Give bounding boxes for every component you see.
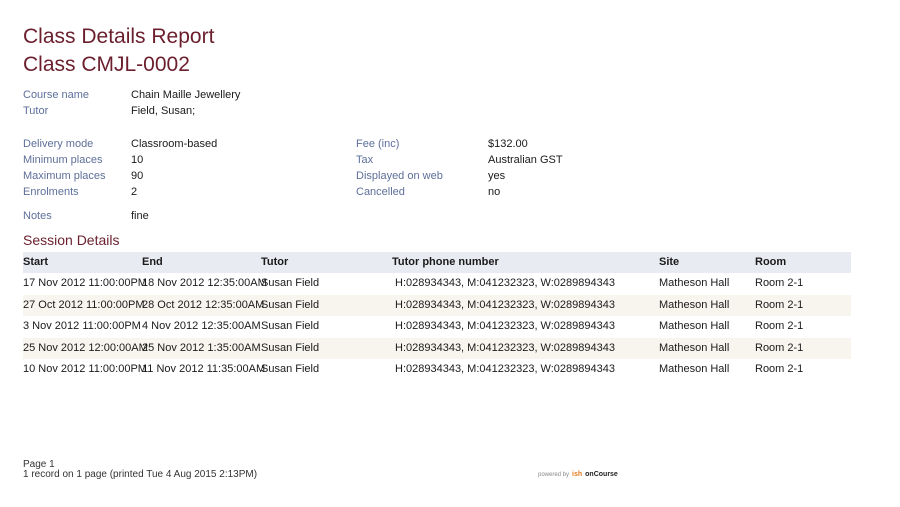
header-site: Site: [659, 256, 680, 268]
displayed-on-web-label: Displayed on web: [356, 170, 443, 182]
cell-site: Matheson Hall: [659, 341, 730, 354]
powered-by-logo: powered by ish onCourse: [538, 471, 618, 479]
tax-value: Australian GST: [488, 154, 563, 166]
cell-room: Room 2-1: [755, 298, 804, 311]
delivery-mode-label: Delivery mode: [23, 138, 94, 150]
cell-end: 18 Nov 2012 12:35:00AM: [142, 277, 267, 289]
header-end: End: [142, 256, 163, 268]
cell-room: Room 2-1: [755, 320, 804, 332]
cell-phone: H:028934343, M:041232323, W:0289894343: [395, 363, 615, 375]
cell-start: 27 Oct 2012 11:00:00PM: [23, 298, 145, 311]
cell-phone: H:028934343, M:041232323, W:0289894343: [395, 298, 615, 311]
cell-site: Matheson Hall: [659, 298, 730, 311]
notes-label: Notes: [23, 210, 52, 222]
delivery-mode-value: Classroom-based: [131, 138, 218, 150]
cell-start: 10 Nov 2012 11:00:00PM: [23, 363, 147, 375]
max-places-label: Maximum places: [23, 170, 106, 182]
oncourse-logo-text: onCourse: [585, 471, 618, 478]
cell-phone: H:028934343, M:041232323, W:0289894343: [395, 341, 615, 354]
cancelled-value: no: [488, 186, 501, 198]
fee-value: $132.00: [488, 138, 528, 150]
notes-value: fine: [131, 210, 149, 222]
cell-phone: H:028934343, M:041232323, W:0289894343: [395, 320, 615, 332]
cell-start: 3 Nov 2012 11:00:00PM: [23, 320, 141, 332]
cell-tutor: Susan Field: [261, 277, 320, 289]
header-tutor: Tutor: [261, 256, 289, 268]
min-places-label: Minimum places: [23, 154, 103, 166]
record-summary: 1 record on 1 page (printed Tue 4 Aug 20…: [23, 469, 258, 480]
cell-site: Matheson Hall: [659, 320, 730, 332]
cell-end: 25 Nov 2012 1:35:00AM: [142, 341, 261, 354]
displayed-on-web-value: yes: [488, 170, 506, 182]
enrolments-label: Enrolments: [23, 186, 79, 198]
course-name-label: Course name: [23, 89, 90, 101]
table-row: 17 Nov 2012 11:00:00PM 18 Nov 2012 12:35…: [23, 273, 851, 295]
max-places-value: 90: [131, 170, 144, 182]
cell-tutor: Susan Field: [261, 298, 320, 311]
cell-room: Room 2-1: [755, 277, 804, 289]
course-name-value: Chain Maille Jewellery: [131, 89, 241, 101]
cell-phone: H:028934343, M:041232323, W:0289894343: [395, 277, 615, 289]
table-row: 27 Oct 2012 11:00:00PM 28 Oct 2012 12:35…: [23, 294, 851, 316]
cell-tutor: Susan Field: [261, 320, 320, 332]
header-room: Room: [755, 256, 787, 268]
session-details-title: Session Details: [23, 232, 120, 248]
min-places-value: 10: [131, 154, 144, 166]
cell-room: Room 2-1: [755, 363, 804, 375]
ish-logo-icon: ish: [572, 471, 583, 478]
tutor-label: Tutor: [23, 105, 49, 117]
cell-end: 11 Nov 2012 11:35:00AM: [142, 363, 266, 375]
table-row: 25 Nov 2012 12:00:00AM 25 Nov 2012 1:35:…: [23, 337, 851, 359]
cancelled-label: Cancelled: [356, 186, 405, 198]
tax-label: Tax: [356, 154, 374, 166]
table-row: 10 Nov 2012 11:00:00PM 11 Nov 2012 11:35…: [23, 359, 851, 381]
cell-tutor: Susan Field: [261, 363, 320, 375]
tutor-value: Field, Susan;: [131, 105, 196, 117]
sessions-table: Start End Tutor Tutor phone number Site …: [23, 252, 851, 381]
powered-by-text: powered by: [538, 472, 570, 478]
table-header: Start End Tutor Tutor phone number Site …: [23, 252, 851, 273]
cell-site: Matheson Hall: [659, 363, 730, 375]
cell-end: 4 Nov 2012 12:35:00AM: [142, 320, 261, 332]
fee-label: Fee (inc): [356, 138, 400, 150]
cell-start: 17 Nov 2012 11:00:00PM: [23, 277, 147, 289]
cell-tutor: Susan Field: [261, 341, 320, 354]
cell-start: 25 Nov 2012 12:00:00AM: [23, 341, 148, 354]
header-start: Start: [23, 256, 49, 268]
table-row: 3 Nov 2012 11:00:00PM 4 Nov 2012 12:35:0…: [23, 316, 851, 338]
report-title: Class Details Report: [23, 25, 215, 48]
enrolments-value: 2: [131, 186, 138, 198]
header-tutor-phone: Tutor phone number: [392, 256, 499, 268]
cell-end: 28 Oct 2012 12:35:00AM: [142, 298, 265, 311]
cell-site: Matheson Hall: [659, 277, 730, 289]
class-code-title: Class CMJL-0002: [23, 53, 190, 76]
cell-room: Room 2-1: [755, 341, 804, 354]
